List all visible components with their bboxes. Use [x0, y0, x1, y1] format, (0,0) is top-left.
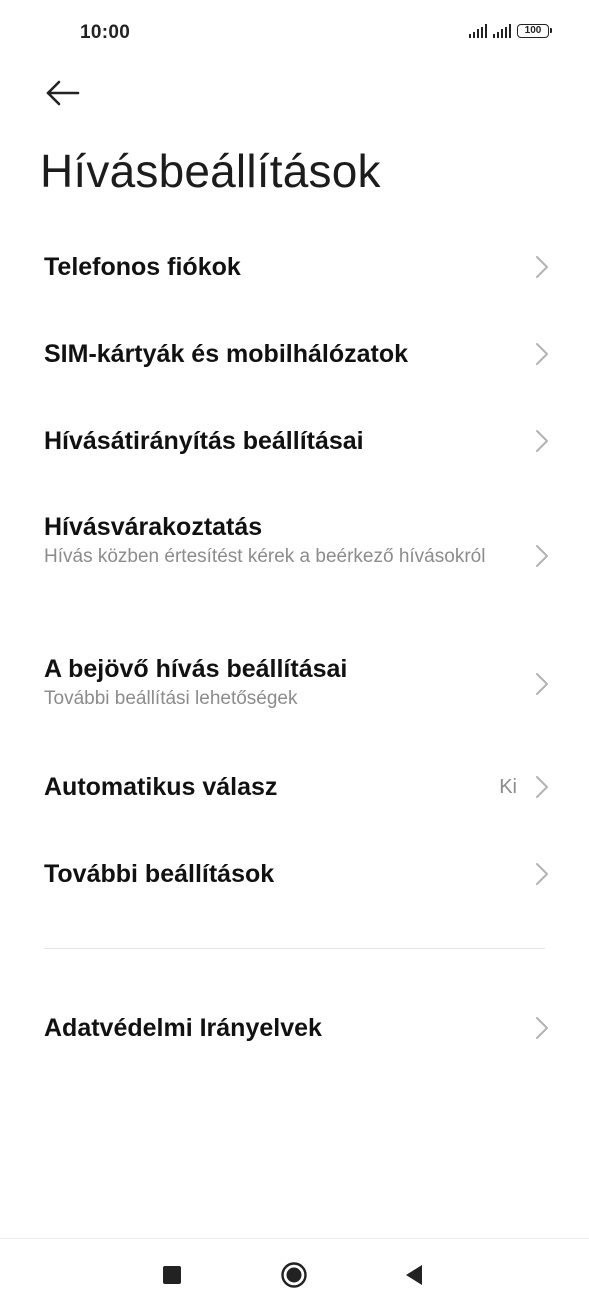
item-title: További beállítások: [44, 860, 275, 888]
item-title: Telefonos fiókok: [44, 253, 241, 281]
settings-item-hivasatiranyitas[interactable]: Hívásátirányítás beállításai: [0, 398, 589, 484]
settings-item-sim-kartyak[interactable]: SIM-kártyák és mobilhálózatok: [0, 311, 589, 397]
chevron-right-icon: [536, 430, 548, 452]
nav-back-button[interactable]: [400, 1261, 428, 1289]
item-title: SIM-kártyák és mobilhálózatok: [44, 340, 409, 368]
home-button[interactable]: [280, 1261, 308, 1289]
item-text: Automatikus válasz: [44, 772, 489, 802]
chevron-right-icon: [536, 776, 548, 798]
settings-item-telefonos-fiokok[interactable]: Telefonos fiókok: [0, 224, 589, 310]
item-title: A bejövő hívás beállításai: [44, 655, 348, 683]
item-title: Hívásátirányítás beállításai: [44, 427, 364, 455]
item-text: További beállítások: [44, 859, 489, 889]
back-triangle-icon: [406, 1265, 422, 1285]
settings-item-tovabbi-beallitasok[interactable]: További beállítások: [0, 831, 589, 917]
item-title: Hívásvárakoztatás: [44, 513, 263, 541]
item-text: A bejövő hívás beállításai További beáll…: [44, 654, 489, 710]
settings-item-bejovo-hivas[interactable]: A bejövő hívás beállításai További beáll…: [0, 630, 589, 740]
settings-item-adatvedelmi-iranyelvek[interactable]: Adatvédelmi Irányelvek: [0, 985, 589, 1071]
settings-item-hivasvarakoztatas[interactable]: Hívásvárakoztatás Hívás közben értesítés…: [0, 490, 589, 620]
item-text: Hívásátirányítás beállításai: [44, 426, 489, 456]
item-subtitle: Hívás közben értesítést kérek a beérkező…: [44, 546, 486, 567]
recents-button[interactable]: [158, 1261, 186, 1289]
item-text: Hívásvárakoztatás Hívás közben értesítés…: [44, 512, 489, 568]
signal-icon: [493, 24, 511, 38]
item-value: Ki: [499, 776, 517, 798]
back-button[interactable]: [40, 72, 88, 116]
chevron-right-icon: [536, 1017, 548, 1039]
item-text: Telefonos fiókok: [44, 252, 489, 282]
navigation-bar: [0, 1238, 589, 1309]
chevron-right-icon: [536, 343, 548, 365]
chevron-right-icon: [536, 545, 548, 567]
section-divider: [44, 948, 545, 949]
battery-level: 100: [524, 25, 542, 36]
page-title: Hívásbeállítások: [40, 145, 381, 197]
home-circle-icon: [281, 1262, 307, 1288]
status-time: 10:00: [80, 22, 131, 43]
status-icons: 100: [469, 24, 552, 38]
chevron-right-icon: [536, 863, 548, 885]
recents-square-icon: [163, 1266, 181, 1284]
item-title: Adatvédelmi Irányelvek: [44, 1014, 322, 1042]
battery-icon: 100: [517, 24, 552, 38]
settings-item-automatikus-valasz[interactable]: Automatikus válasz Ki: [0, 744, 589, 830]
item-subtitle: További beállítási lehetőségek: [44, 688, 298, 709]
item-text: Adatvédelmi Irányelvek: [44, 1013, 489, 1043]
status-bar: 10:00 100: [0, 0, 589, 66]
chevron-right-icon: [536, 673, 548, 695]
item-title: Automatikus válasz: [44, 773, 278, 801]
item-text: SIM-kártyák és mobilhálózatok: [44, 339, 489, 369]
signal-icon: [469, 24, 487, 38]
arrow-left-icon: [46, 80, 80, 106]
chevron-right-icon: [536, 256, 548, 278]
